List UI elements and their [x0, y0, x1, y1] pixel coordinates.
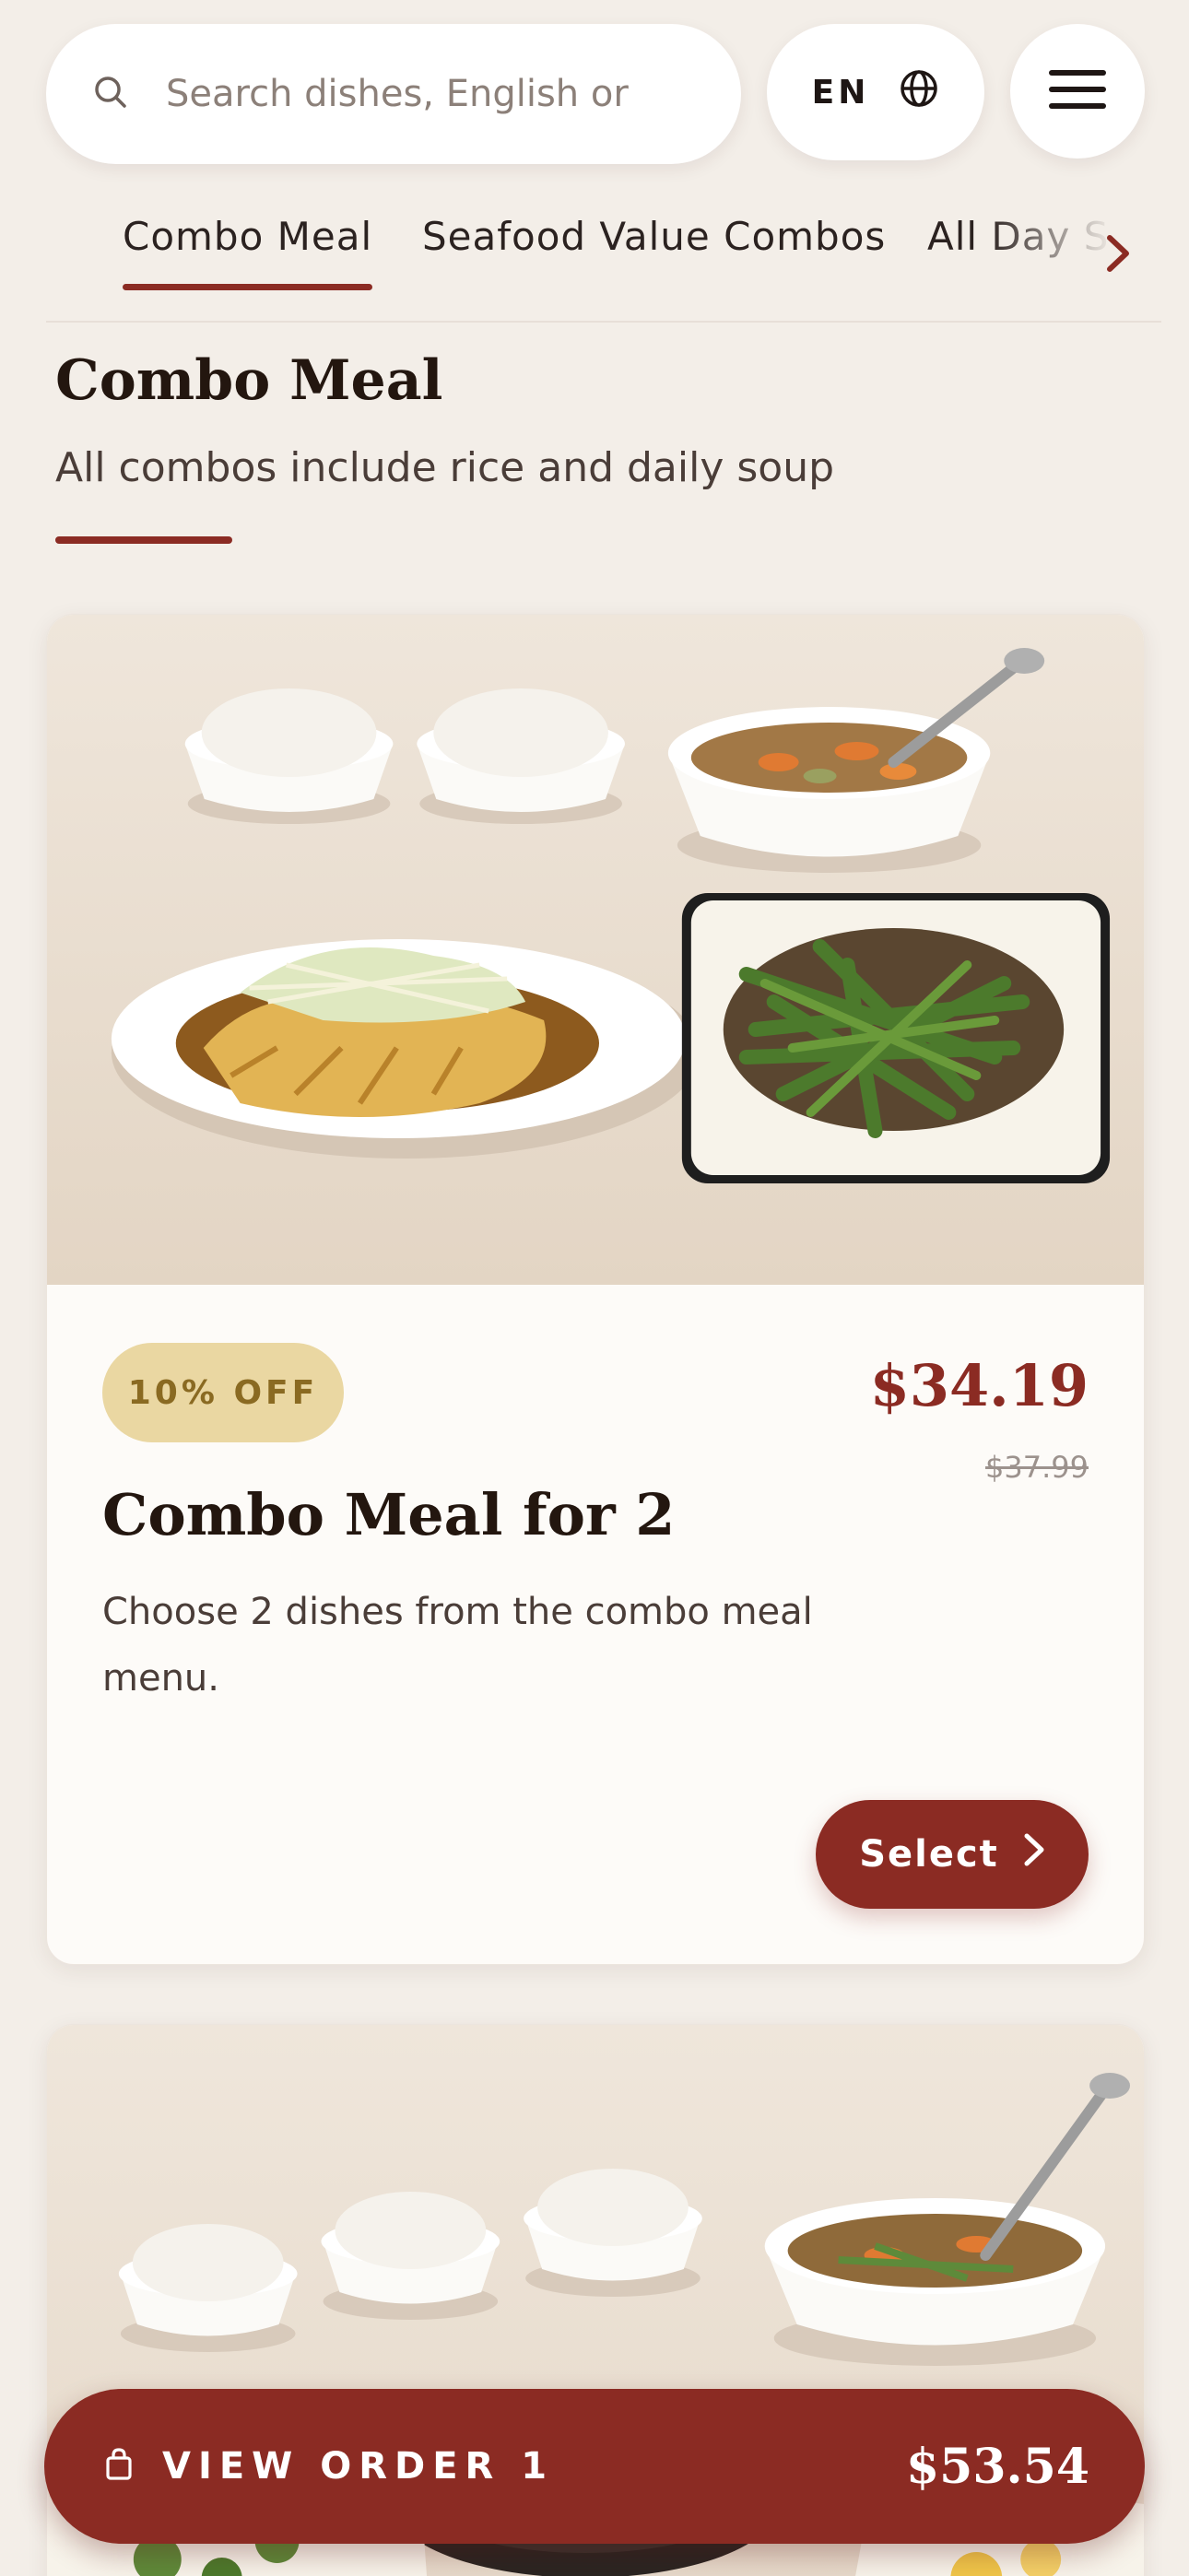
shopping-bag-icon [105, 2448, 133, 2485]
original-price: $37.99 [985, 1450, 1089, 1485]
price: $34.19 [869, 1352, 1089, 1419]
chevron-right-icon[interactable] [1102, 230, 1136, 276]
category-tabs: Combo Meal Seafood Value Combos All Day … [0, 203, 1189, 323]
order-total: $53.54 [905, 2438, 1089, 2495]
section-subtitle: All combos include rice and daily soup [55, 444, 835, 491]
item-description: Choose 2 dishes from the combo meal menu… [102, 1591, 813, 1700]
divider [46, 321, 1161, 323]
discount-badge: 10% OFF [102, 1343, 344, 1442]
chevron-right-icon [1023, 1832, 1045, 1876]
globe-icon [899, 68, 939, 117]
language-code: EN [811, 73, 870, 112]
search-input[interactable] [166, 73, 719, 115]
section-title: Combo Meal [55, 348, 443, 413]
top-bar: EN [46, 24, 1161, 164]
hamburger-icon [1049, 68, 1106, 114]
menu-button[interactable] [1010, 24, 1145, 159]
tab-combo-meal[interactable]: Combo Meal [123, 214, 373, 290]
select-label: Select [859, 1833, 999, 1876]
tab-seafood-value-combos[interactable]: Seafood Value Combos [422, 214, 886, 259]
search-bar[interactable] [46, 24, 741, 164]
section-underline [55, 536, 232, 544]
dish-photo [47, 615, 1144, 1285]
search-icon [92, 74, 129, 114]
select-button[interactable]: Select [816, 1800, 1089, 1909]
view-order-button[interactable]: VIEW ORDER 1 $53.54 [44, 2389, 1145, 2544]
language-button[interactable]: EN [767, 24, 984, 160]
combo-card[interactable]: 10% OFF $34.19 $37.99 Combo Meal for 2 C… [46, 614, 1145, 1965]
item-title: Combo Meal for 2 [102, 1481, 676, 1548]
view-order-label: VIEW ORDER 1 [162, 2445, 555, 2488]
menu-page: EN Combo Meal Seafood Value Combos All D… [0, 0, 1189, 2576]
